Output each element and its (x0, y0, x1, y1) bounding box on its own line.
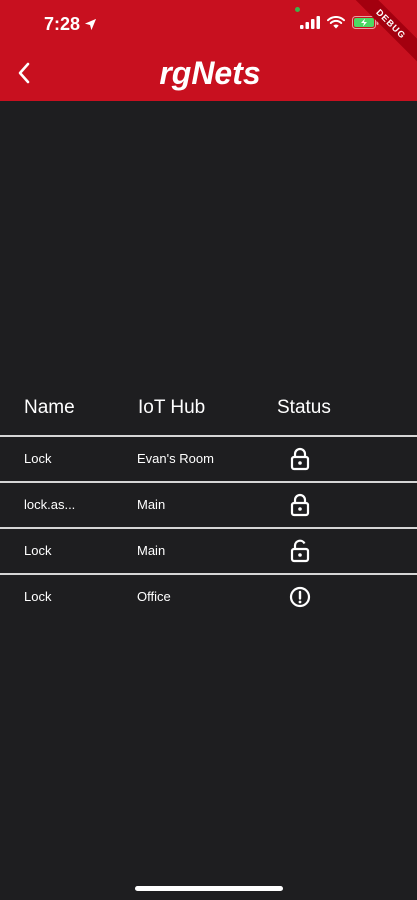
signal-icon (300, 16, 320, 29)
wifi-icon (327, 16, 345, 29)
device-hub: Office (137, 589, 171, 604)
logo-text: rgNets (159, 55, 260, 91)
alert-icon[interactable] (289, 585, 311, 609)
home-indicator[interactable] (135, 886, 283, 891)
back-button[interactable] (12, 58, 36, 88)
rgnets-logo: rgNets (159, 55, 260, 91)
status-dot (295, 7, 300, 12)
column-header-name: Name (24, 397, 75, 418)
lock-icon[interactable] (289, 493, 311, 517)
device-name: Lock (24, 589, 52, 604)
device-name: lock.as... (24, 497, 76, 512)
device-hub: Main (137, 543, 166, 558)
table-row[interactable]: lock.as... Main (0, 483, 417, 529)
table-header: Name IoT Hub Status (0, 380, 417, 437)
app-header: 7:28 DEBUG rgNets (0, 0, 417, 101)
column-header-iot-hub: IoT Hub (138, 397, 206, 418)
unlock-icon[interactable] (289, 539, 311, 563)
device-table: Name IoT Hub Status Lock Evan's Room loc… (0, 380, 417, 619)
location-arrow-icon (84, 18, 97, 31)
device-name: Lock (24, 451, 52, 466)
debug-ribbon: DEBUG (342, 0, 417, 73)
device-name: Lock (24, 543, 52, 558)
lock-icon[interactable] (289, 447, 311, 471)
status-bar-icons (300, 16, 379, 29)
status-bar-time: 7:28 (44, 14, 97, 35)
column-header-status: Status (277, 397, 331, 418)
table-row[interactable]: Lock Evan's Room (0, 437, 417, 483)
chevron-left-icon (18, 62, 30, 84)
table-row[interactable]: Lock Main (0, 529, 417, 575)
device-hub: Evan's Room (137, 451, 214, 466)
table-row[interactable]: Lock Office (0, 575, 417, 619)
device-hub: Main (137, 497, 166, 512)
time-text: 7:28 (44, 14, 81, 34)
